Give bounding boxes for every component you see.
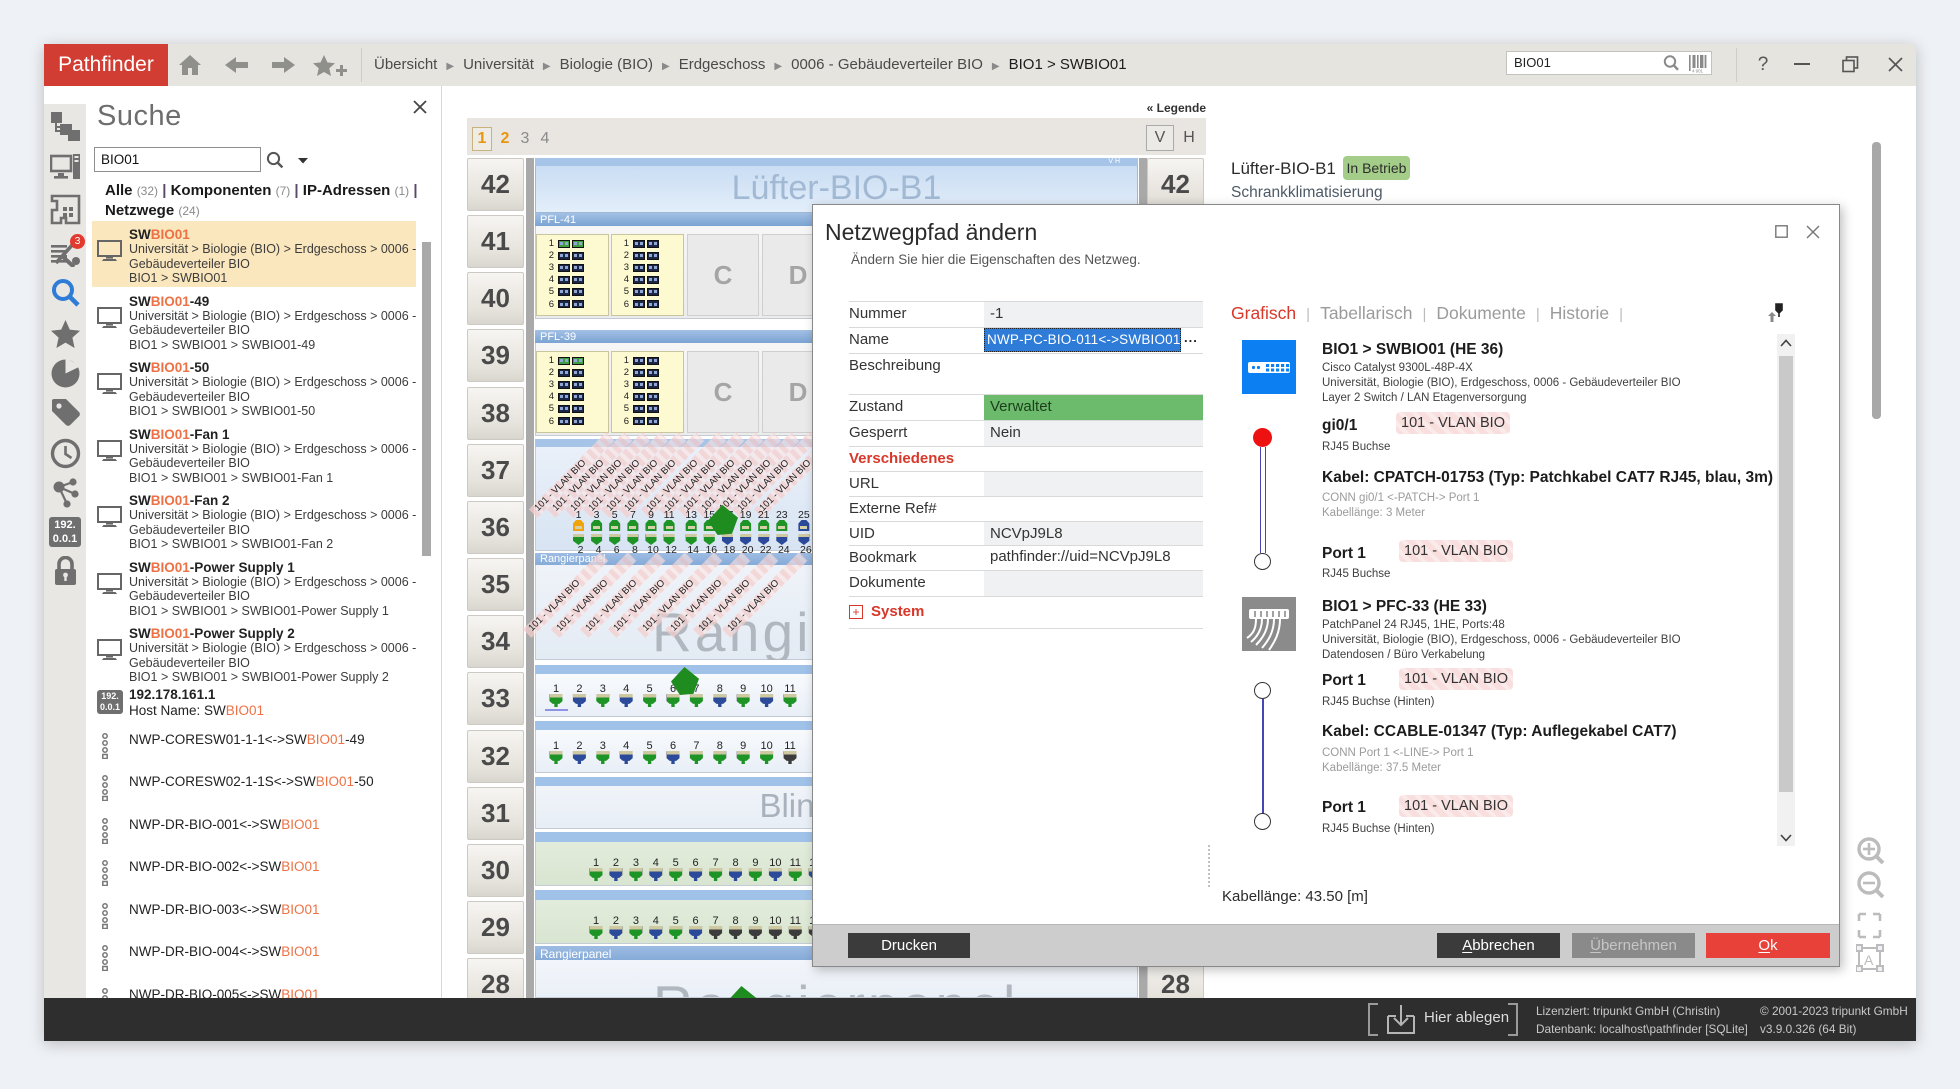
svg-text:4 901: 4 901 bbox=[1692, 68, 1704, 73]
svg-text:A: A bbox=[1864, 952, 1874, 968]
